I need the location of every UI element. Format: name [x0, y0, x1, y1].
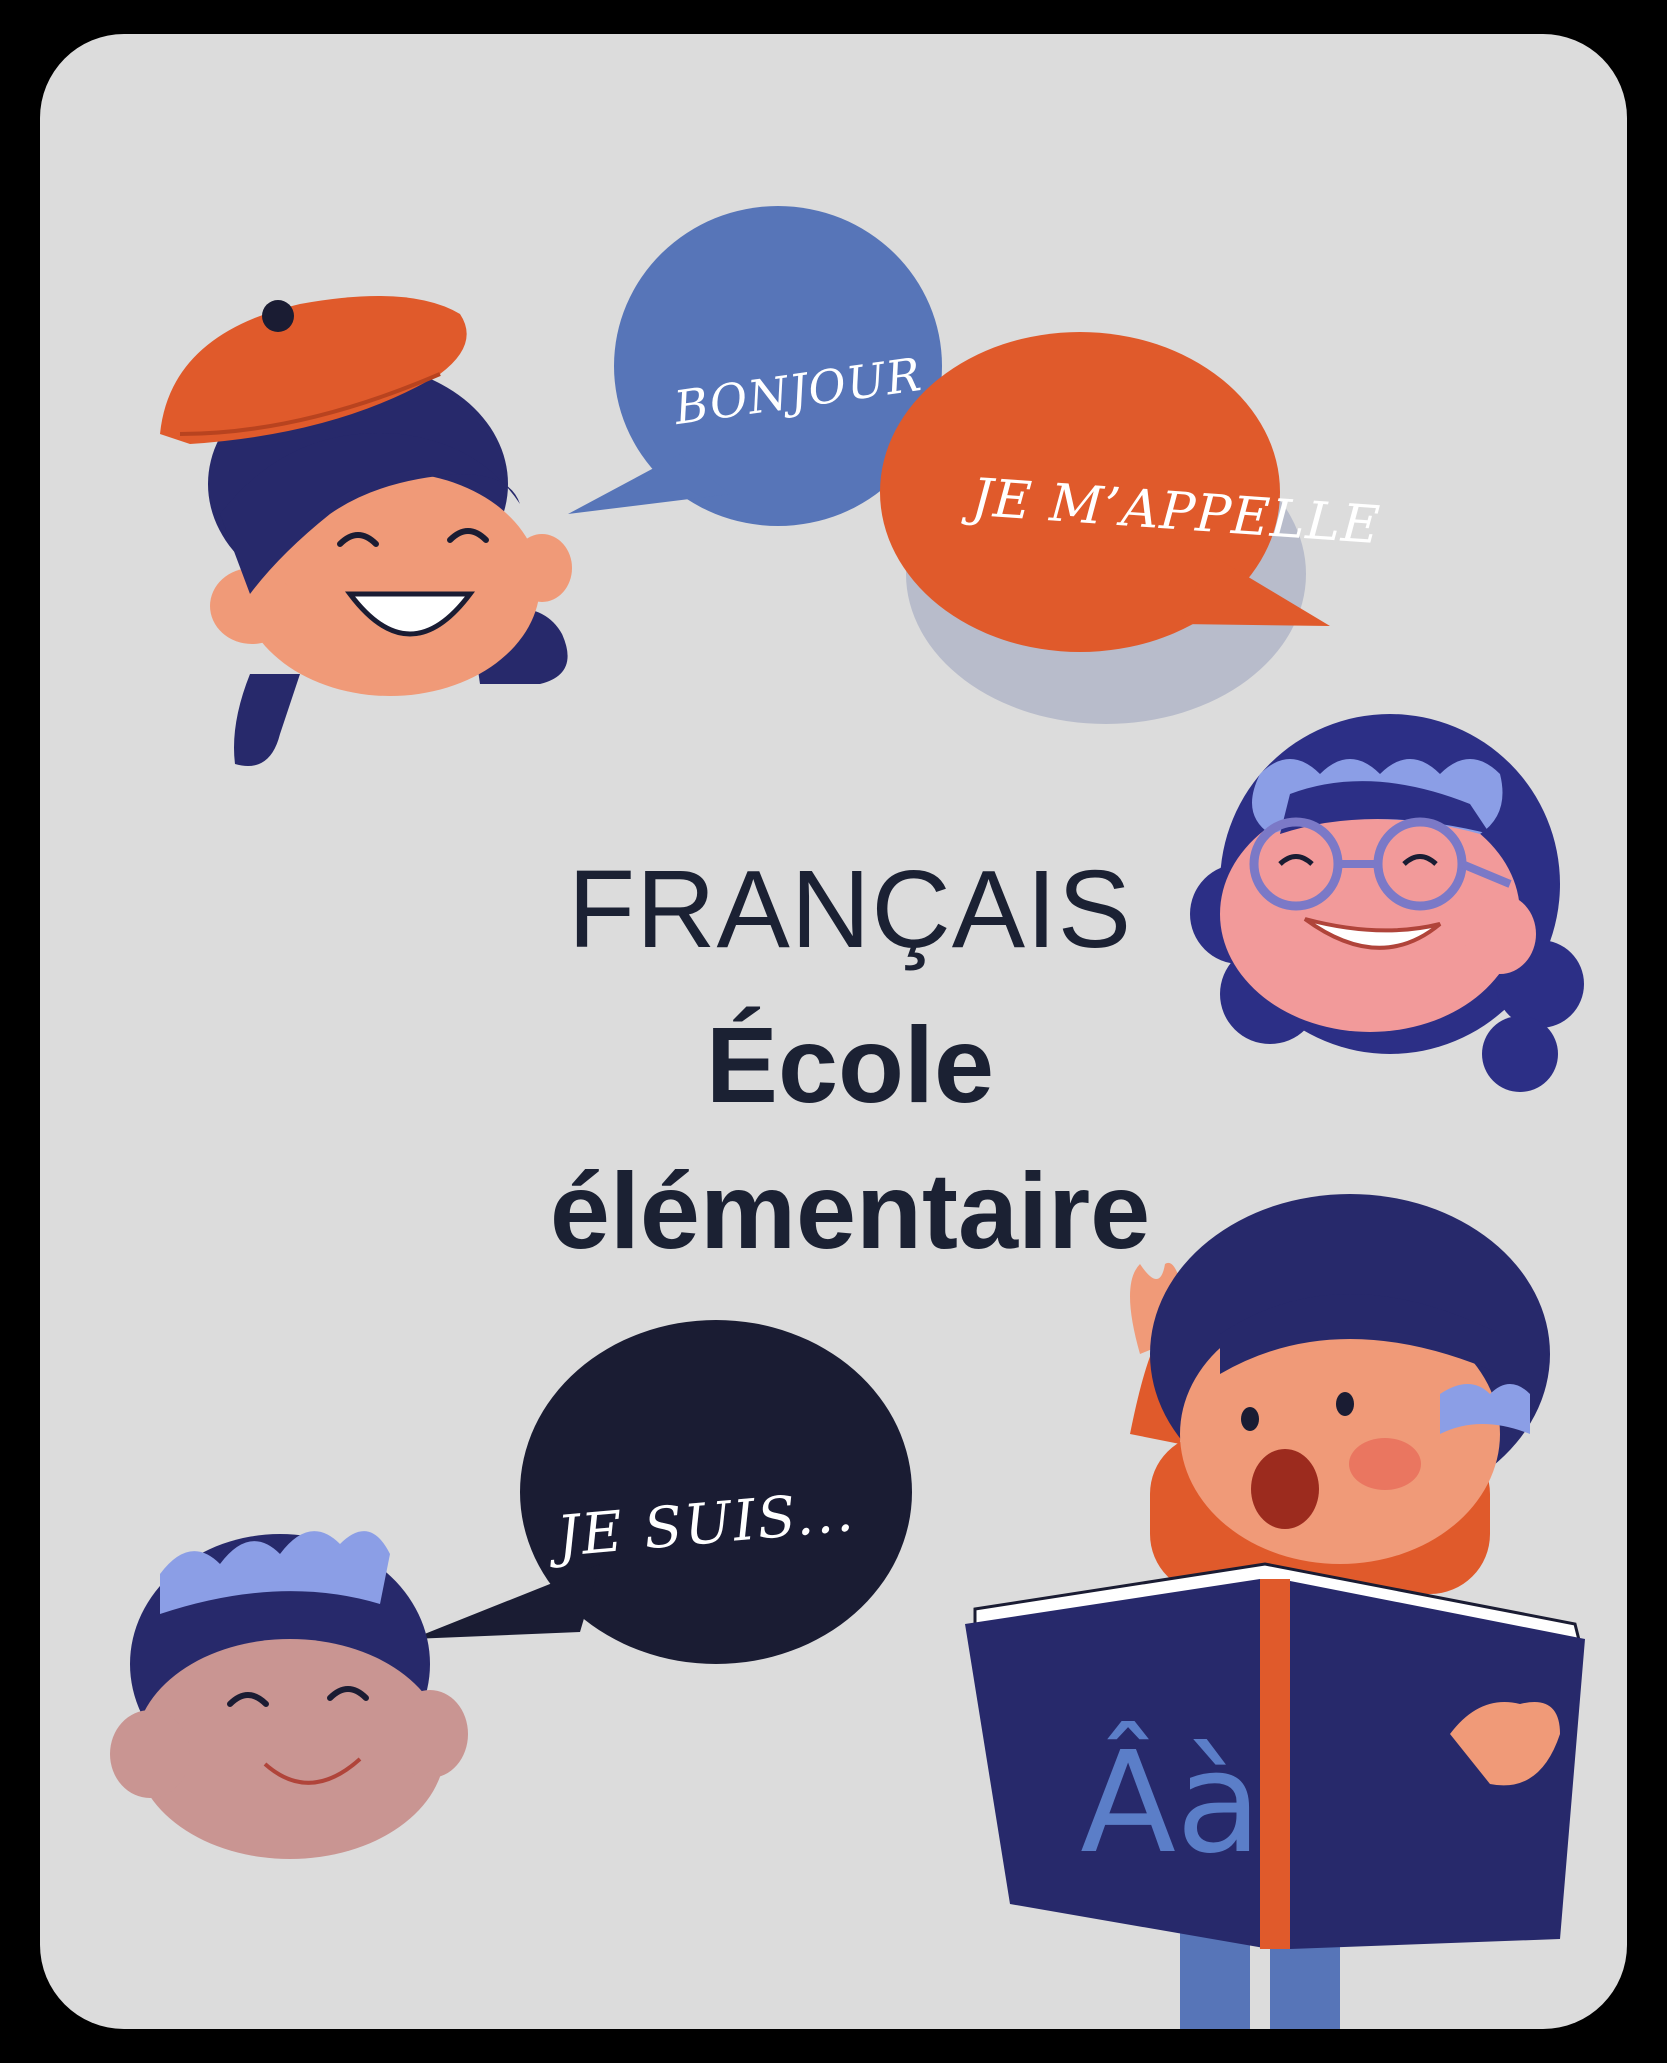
poster-card: BONJOUR JE M’APPELLE JE SUIS... FRANÇAIS… — [40, 34, 1627, 2029]
child-reading-icon — [965, 1194, 1585, 2029]
child-beret-icon — [160, 296, 572, 766]
title-francais: FRANÇAIS — [567, 848, 1133, 971]
child-smile-icon — [110, 1531, 468, 1859]
book-letters: Âà — [1080, 1722, 1262, 1885]
title-elementaire: élémentaire — [549, 1150, 1151, 1271]
title-ecole: École — [705, 1004, 995, 1125]
